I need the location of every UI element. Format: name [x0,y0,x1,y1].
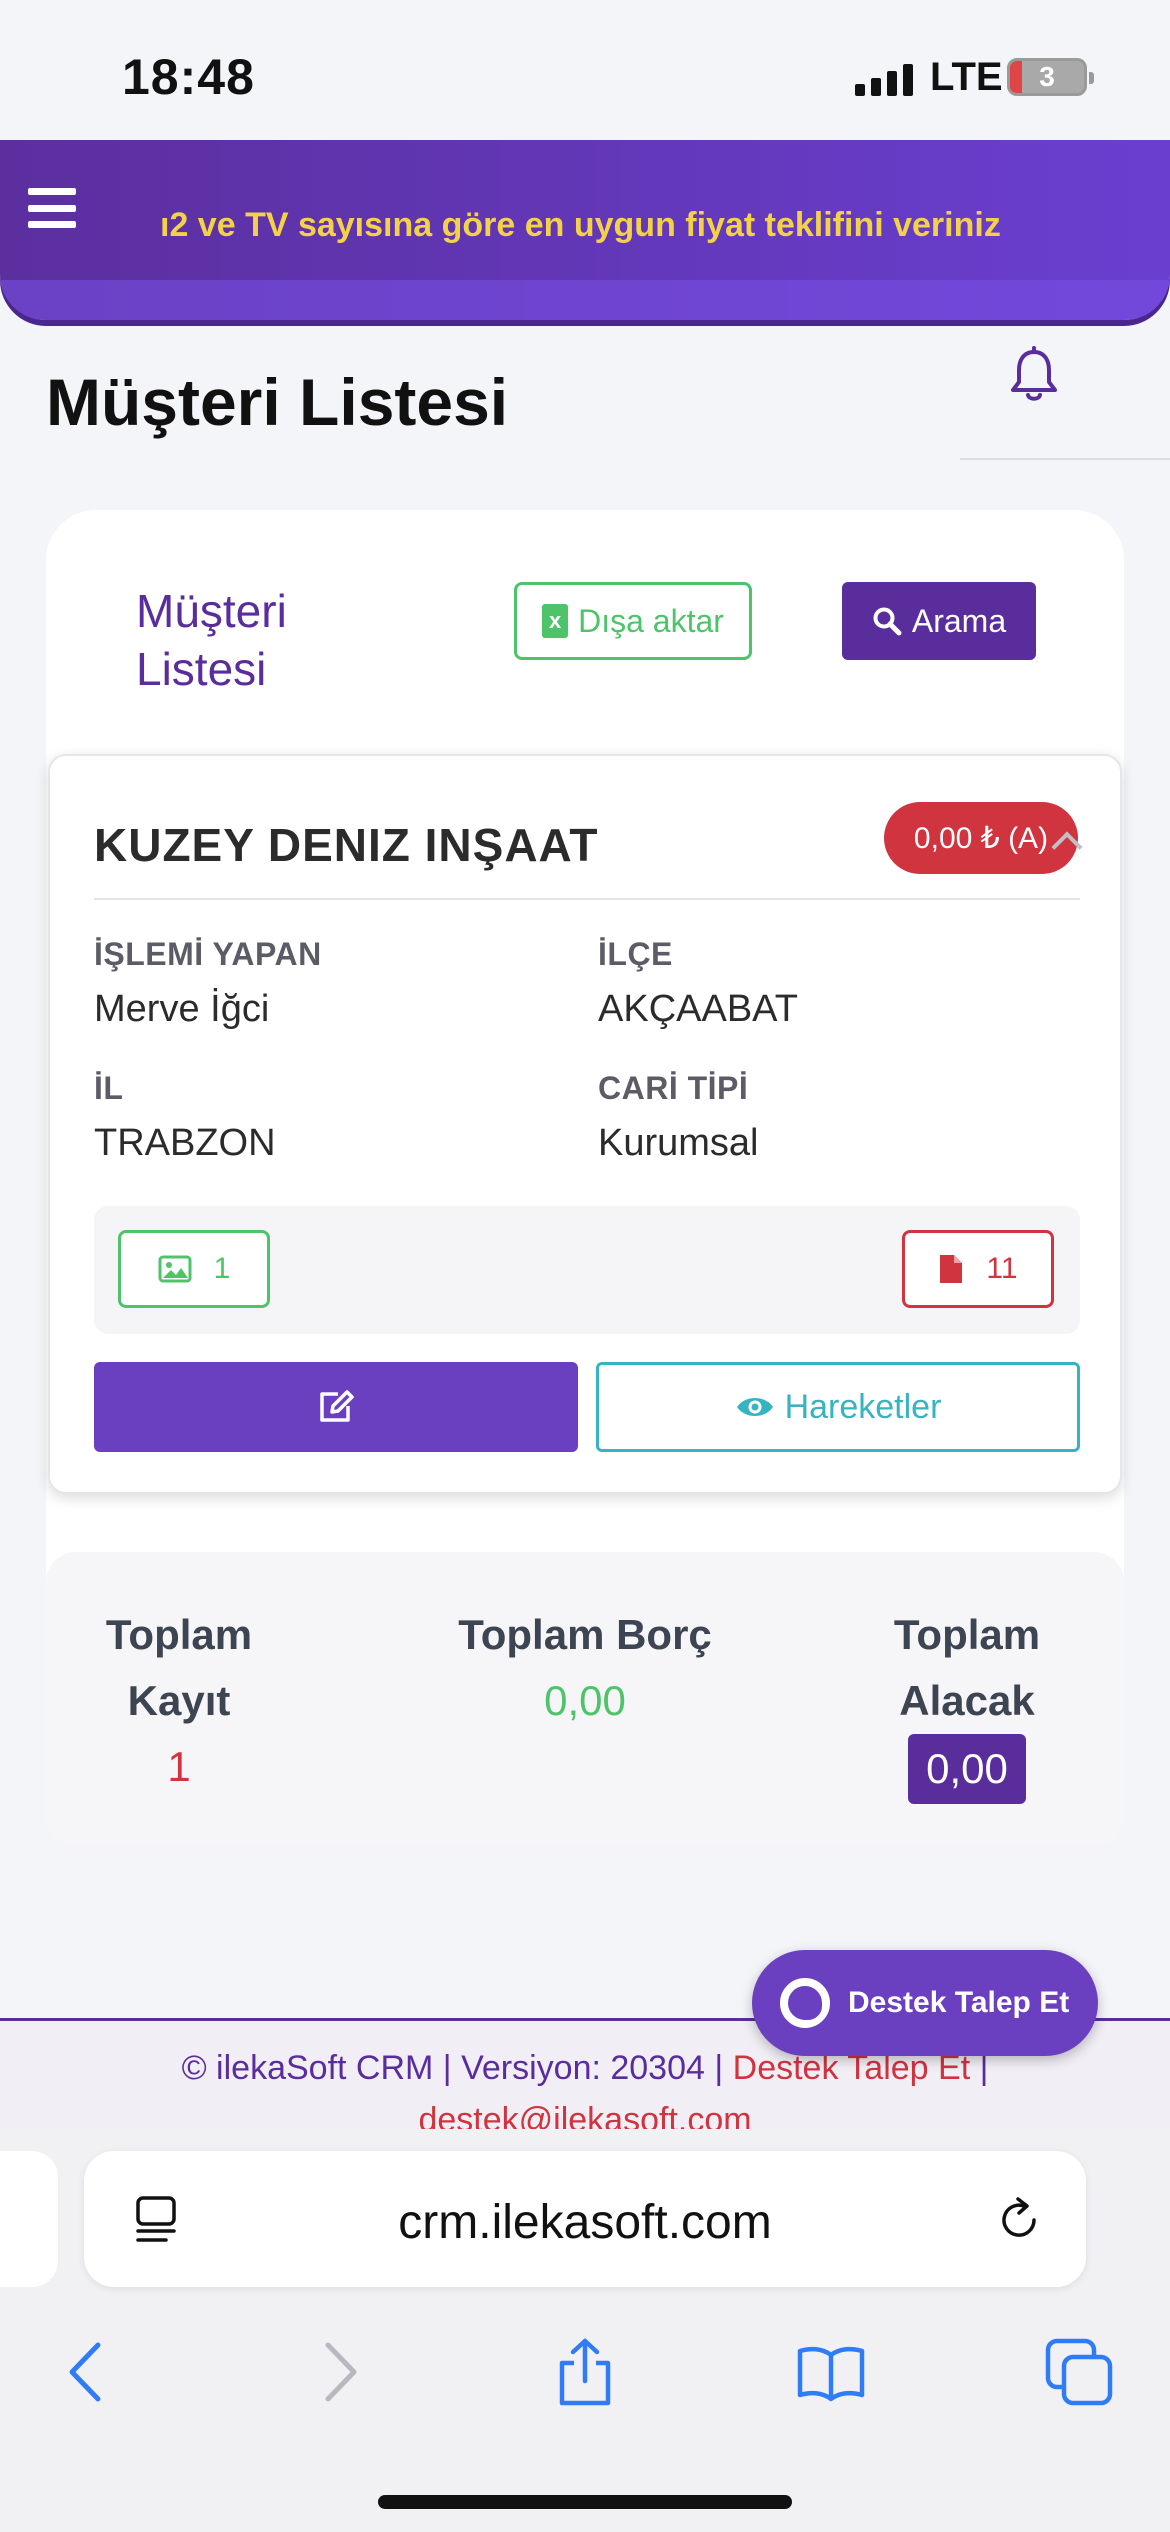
customer-name: KUZEY DENIZ INŞAAT [94,819,599,871]
export-button[interactable]: x Dışa aktar [514,582,752,660]
edit-button[interactable] [94,1362,578,1452]
total-credit: Toplam Alacak 0,00 [854,1602,1080,1804]
field-value-account-type: Kurumsal [598,1122,759,1164]
hamburger-icon[interactable] [28,188,76,228]
movements-label: Hareketler [784,1387,942,1426]
share-icon[interactable] [550,2337,620,2407]
total-records: Toplam Kayıt 1 [66,1602,292,1800]
search-button[interactable]: Arama [842,582,1036,660]
forward-icon[interactable] [304,2337,374,2407]
battery-icon: 3 [1007,58,1094,96]
field-value-district: AKÇAABAT [598,988,798,1030]
signal-icon [855,62,913,96]
card-heading-line1: Müşteri [136,585,287,637]
total-credit-label-1: Toplam [893,1611,1041,1658]
edit-icon [320,1390,354,1422]
browser-toolbar: crm.ilekasoft.com [0,2129,1170,2532]
documents-button[interactable]: 11 [902,1230,1054,1308]
customer-card: KUZEY DENIZ INŞAAT 0,00 ₺ (A) İŞLEMİ YAP… [48,754,1122,1494]
footer-prefix: © ilekaSoft CRM | Versiyon: 20304 | [181,2049,733,2087]
url-text: crm.ilekasoft.com [398,2196,772,2249]
image-count: 1 [213,1252,231,1285]
banner-band [0,280,1170,320]
search-label: Arama [911,602,1007,639]
field-label-operator: İŞLEMİ YAPAN [94,936,322,972]
header-banner: ı2 ve TV sayısına göre en uygun fiyat te… [0,140,1170,320]
document-icon [940,1255,963,1283]
card-heading: Müşteri Listesi [136,582,287,698]
field-label-city: İL [94,1070,124,1106]
support-request-button[interactable]: Destek Talep Et [752,1950,1098,2056]
totals-panel: Toplam Kayıt 1 Toplam Borç 0,00 Toplam A… [46,1552,1124,1846]
total-records-value: 1 [167,1743,191,1790]
support-request-label: Destek Talep Et [848,1986,1070,2019]
network-type: LTE [930,55,1003,99]
eye-icon [736,1398,773,1416]
reload-icon[interactable] [994,2195,1044,2245]
address-bar[interactable]: crm.ilekasoft.com [84,2151,1086,2287]
previous-tab[interactable] [0,2151,58,2287]
total-records-label-1: Toplam [105,1611,253,1658]
back-icon[interactable] [52,2337,122,2407]
total-credit-label-2: Alacak [899,1677,1035,1724]
total-debt-value: 0,00 [544,1677,626,1724]
total-debt: Toplam Borç 0,00 [426,1602,744,1734]
customer-divider [94,898,1080,900]
field-value-operator: Merve İğci [94,988,270,1030]
document-count: 11 [986,1252,1018,1285]
field-label-district: İLÇE [598,936,673,972]
field-label-account-type: CARİ TİPİ [598,1070,749,1106]
total-credit-value: 0,00 [908,1734,1026,1804]
movements-button[interactable]: Hareketler [596,1362,1080,1452]
header-divider [960,458,1170,460]
home-indicator[interactable] [378,2495,792,2509]
browser-nav-row [0,2319,1170,2429]
images-button[interactable]: 1 [118,1230,270,1308]
total-records-label-2: Kayıt [127,1677,231,1724]
battery-level: 3 [1039,61,1055,92]
card-heading-line2: Listesi [136,643,267,695]
bookmarks-icon[interactable] [796,2337,866,2407]
tabs-icon[interactable] [1044,2337,1114,2407]
field-value-city: TRABZON [94,1122,276,1164]
search-icon [873,607,902,636]
status-time: 18:48 [122,49,255,105]
balance-badge: 0,00 ₺ (A) [884,802,1078,874]
attachments-panel: 1 11 [94,1206,1080,1334]
export-label: Dışa aktar [578,602,724,639]
excel-icon: x [542,604,569,638]
bell-icon[interactable] [1008,346,1060,404]
lifebuoy-icon [780,1978,830,2028]
announcement-marquee: ı2 ve TV sayısına göre en uygun fiyat te… [160,206,1001,244]
total-debt-label: Toplam Borç [458,1611,712,1658]
status-bar: 18:48 LTE 3 [0,0,1170,140]
image-icon [158,1255,192,1283]
page-title: Müşteri Listesi [46,365,509,439]
